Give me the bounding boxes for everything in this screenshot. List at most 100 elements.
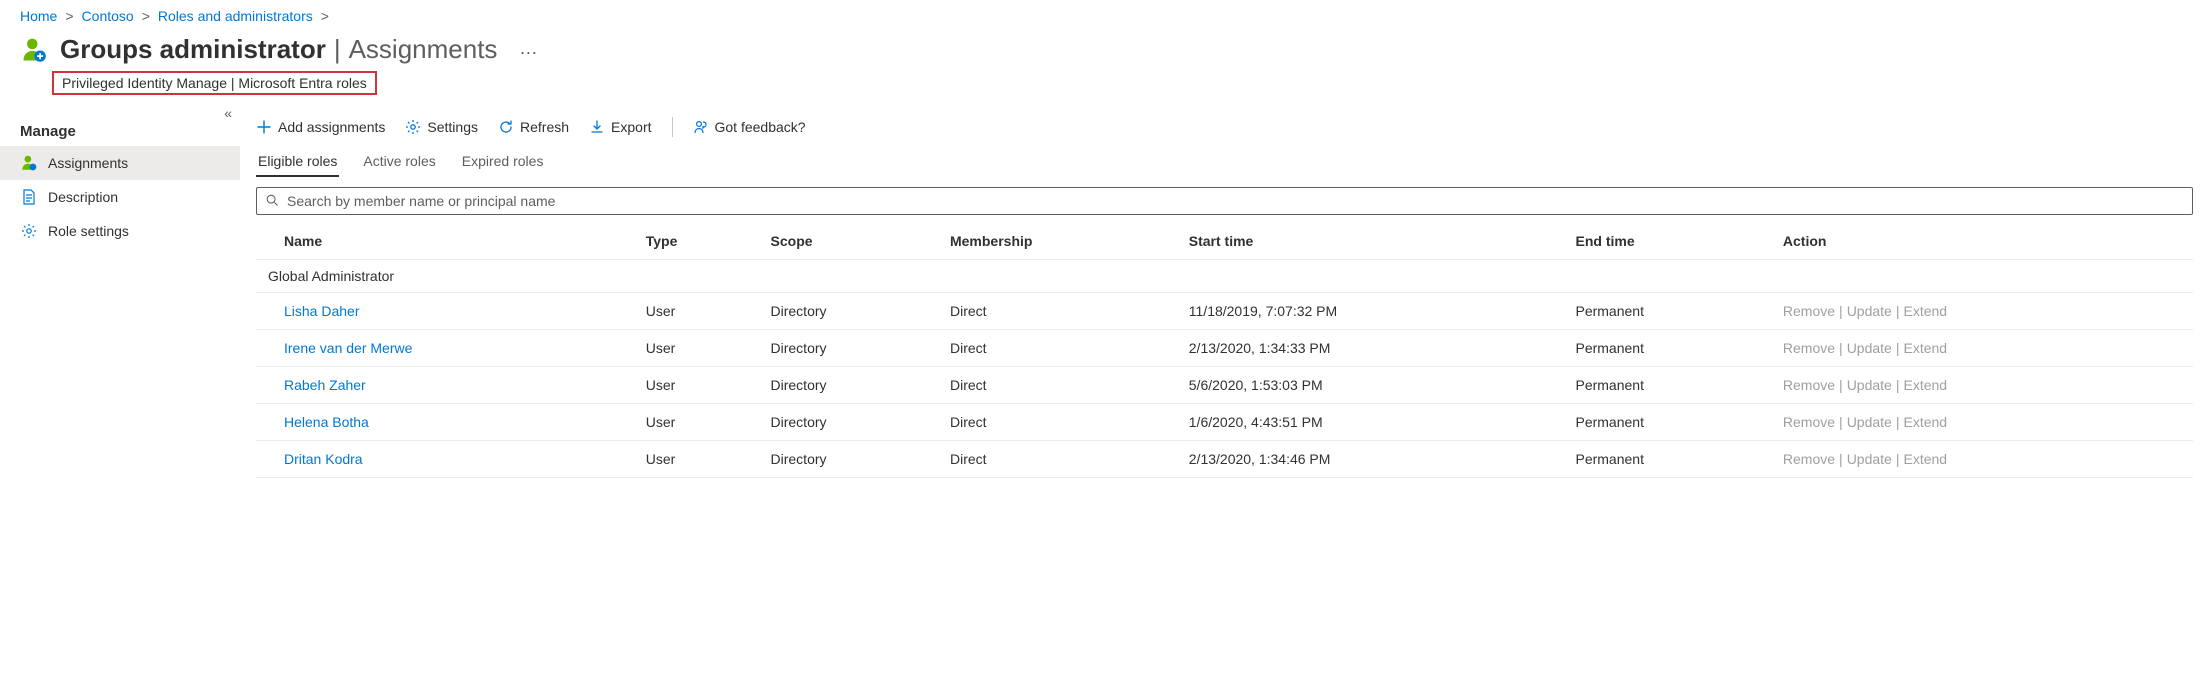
group-row: Global Administrator xyxy=(256,260,2193,293)
member-name-link[interactable]: Helena Botha xyxy=(284,414,369,430)
column-header-type[interactable]: Type xyxy=(634,223,759,260)
update-action[interactable]: Update xyxy=(1847,414,1892,430)
group-label: Global Administrator xyxy=(256,260,2193,293)
more-actions-button[interactable]: ··· xyxy=(505,42,537,63)
toolbar-label: Got feedback? xyxy=(715,119,806,135)
cell-start-time: 11/18/2019, 7:07:32 PM xyxy=(1177,293,1564,330)
search-input[interactable] xyxy=(285,192,2184,210)
cell-membership: Direct xyxy=(938,293,1177,330)
cell-end-time: Permanent xyxy=(1563,441,1770,478)
table-row: Lisha Daher UserDirectoryDirect11/18/2019… xyxy=(256,293,2193,330)
sidebar-item-assignments[interactable]: Assignments xyxy=(0,146,240,180)
column-header-start[interactable]: Start time xyxy=(1177,223,1564,260)
remove-action[interactable]: Remove xyxy=(1783,340,1835,356)
remove-action[interactable]: Remove xyxy=(1783,303,1835,319)
cell-membership: Direct xyxy=(938,441,1177,478)
cell-start-time: 5/6/2020, 1:53:03 PM xyxy=(1177,367,1564,404)
sidebar-item-label: Assignments xyxy=(48,155,128,171)
cell-actions: Remove|Update|Extend xyxy=(1771,404,2193,441)
extend-action[interactable]: Extend xyxy=(1903,377,1947,393)
member-name-link[interactable]: Dritan Kodra xyxy=(284,451,363,467)
cell-actions: Remove|Update|Extend xyxy=(1771,330,2193,367)
toolbar-separator xyxy=(672,117,673,137)
extend-action[interactable]: Extend xyxy=(1903,414,1947,430)
toolbar-label: Add assignments xyxy=(278,119,385,135)
feedback-button[interactable]: Got feedback? xyxy=(693,119,806,135)
remove-action[interactable]: Remove xyxy=(1783,451,1835,467)
gear-icon xyxy=(20,222,38,240)
cell-membership: Direct xyxy=(938,367,1177,404)
chevron-right-icon: > xyxy=(65,8,73,24)
sidebar-item-label: Description xyxy=(48,189,118,205)
member-name-link[interactable]: Rabeh Zaher xyxy=(284,377,366,393)
title-separator: | xyxy=(334,34,341,65)
breadcrumb-home[interactable]: Home xyxy=(20,8,57,24)
column-header-membership[interactable]: Membership xyxy=(938,223,1177,260)
sidebar-heading-manage: Manage xyxy=(0,111,240,146)
feedback-person-icon xyxy=(693,119,709,135)
cell-scope: Directory xyxy=(759,404,938,441)
settings-button[interactable]: Settings xyxy=(405,119,478,135)
collapse-sidebar-button[interactable]: « xyxy=(224,105,232,121)
cell-end-time: Permanent xyxy=(1563,367,1770,404)
update-action[interactable]: Update xyxy=(1847,451,1892,467)
member-name-link[interactable]: Irene van der Merwe xyxy=(284,340,412,356)
table-row: Rabeh ZaherUserDirectoryDirect5/6/2020, … xyxy=(256,367,2193,404)
remove-action[interactable]: Remove xyxy=(1783,414,1835,430)
cell-end-time: Permanent xyxy=(1563,404,1770,441)
tab-eligible-roles[interactable]: Eligible roles xyxy=(256,147,339,177)
column-header-scope[interactable]: Scope xyxy=(759,223,938,260)
member-name-link[interactable]: Lisha Daher xyxy=(284,303,360,319)
chevron-right-icon: > xyxy=(142,8,150,24)
add-assignments-button[interactable]: Add assignments xyxy=(256,119,385,135)
search-icon xyxy=(265,193,279,210)
column-header-end[interactable]: End time xyxy=(1563,223,1770,260)
page-section: Assignments xyxy=(349,34,498,65)
breadcrumb-tenant[interactable]: Contoso xyxy=(82,8,134,24)
page-header: Groups administrator | Assignments ··· xyxy=(0,28,2209,69)
cell-scope: Directory xyxy=(759,293,938,330)
extend-action[interactable]: Extend xyxy=(1903,303,1947,319)
sidebar-item-label: Role settings xyxy=(48,223,129,239)
download-icon xyxy=(589,119,605,135)
cell-type: User xyxy=(634,441,759,478)
export-button[interactable]: Export xyxy=(589,119,651,135)
update-action[interactable]: Update xyxy=(1847,377,1892,393)
update-action[interactable]: Update xyxy=(1847,340,1892,356)
remove-action[interactable]: Remove xyxy=(1783,377,1835,393)
refresh-button[interactable]: Refresh xyxy=(498,119,569,135)
cell-type: User xyxy=(634,330,759,367)
table-row: Helena BothaUserDirectoryDirect1/6/2020,… xyxy=(256,404,2193,441)
tab-bar: Eligible roles Active roles Expired role… xyxy=(252,147,2197,177)
extend-action[interactable]: Extend xyxy=(1903,451,1947,467)
cell-actions: Remove|Update|Extend xyxy=(1771,367,2193,404)
column-header-name[interactable]: Name xyxy=(256,223,634,260)
plus-icon xyxy=(256,119,272,135)
search-box[interactable] xyxy=(256,187,2193,215)
cell-actions: Remove|Update|Extend xyxy=(1771,441,2193,478)
toolbar-label: Refresh xyxy=(520,119,569,135)
column-header-action[interactable]: Action xyxy=(1771,223,2193,260)
sidebar-item-description[interactable]: Description xyxy=(0,180,240,214)
person-icon xyxy=(20,154,38,172)
cell-end-time: Permanent xyxy=(1563,293,1770,330)
gear-icon xyxy=(405,119,421,135)
cell-membership: Direct xyxy=(938,404,1177,441)
role-person-icon xyxy=(20,36,48,64)
breadcrumb-roles[interactable]: Roles and administrators xyxy=(158,8,313,24)
toolbar-label: Settings xyxy=(427,119,478,135)
assignments-table: Name Type Scope Membership Start time En… xyxy=(256,223,2193,478)
tab-active-roles[interactable]: Active roles xyxy=(361,147,437,177)
table-row: Dritan KodraUserDirectoryDirect2/13/2020… xyxy=(256,441,2193,478)
sidebar-item-role-settings[interactable]: Role settings xyxy=(0,214,240,248)
subtitle-highlight: Privileged Identity Manage | Microsoft E… xyxy=(52,71,377,95)
cell-type: User xyxy=(634,293,759,330)
cell-start-time: 2/13/2020, 1:34:33 PM xyxy=(1177,330,1564,367)
tab-expired-roles[interactable]: Expired roles xyxy=(460,147,546,177)
extend-action[interactable]: Extend xyxy=(1903,340,1947,356)
update-action[interactable]: Update xyxy=(1847,303,1892,319)
cell-type: User xyxy=(634,367,759,404)
cell-end-time: Permanent xyxy=(1563,330,1770,367)
command-bar: Add assignments Settings Refresh Export … xyxy=(252,111,2197,147)
chevron-right-icon: > xyxy=(321,8,329,24)
